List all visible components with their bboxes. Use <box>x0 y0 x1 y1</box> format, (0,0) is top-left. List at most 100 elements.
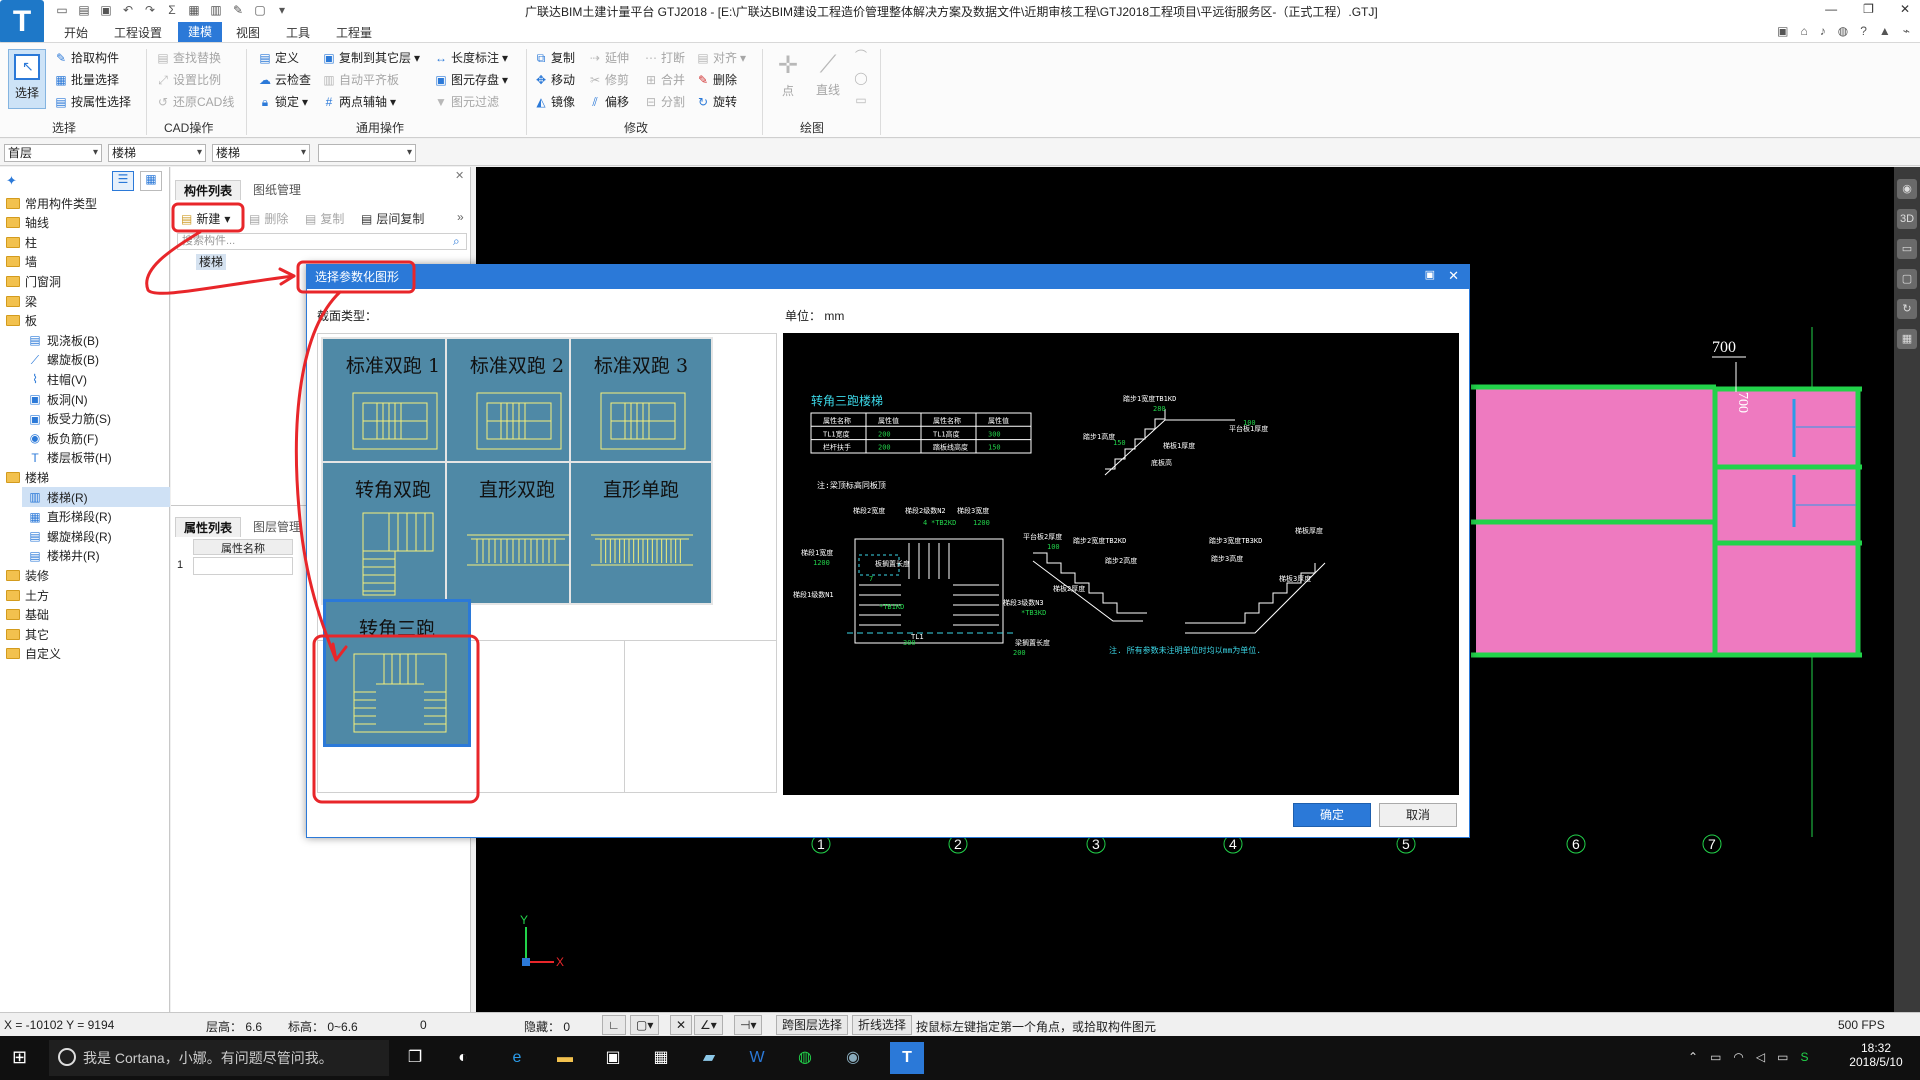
move-button[interactable]: ✥ 移动 <box>534 71 575 88</box>
trim-button[interactable]: ✂ 修剪 <box>588 71 629 88</box>
nav-item[interactable]: 自定义 <box>0 644 170 664</box>
clock[interactable]: 18:32 2018/5/10 <box>1846 1041 1906 1069</box>
grid-view-icon[interactable]: ▦ <box>140 171 162 191</box>
calc-icon[interactable]: ▥ <box>208 2 224 18</box>
shape-tile[interactable]: 标准双跑 2 <box>445 337 589 481</box>
find-replace-button[interactable]: ▤ 查找替换 <box>156 49 221 66</box>
auto-align-slab-button[interactable]: ▥ 自动平齐板 <box>322 71 399 88</box>
merge-button[interactable]: ⊞ 合并 <box>644 71 685 88</box>
tab-component-list[interactable]: 构件列表 <box>175 180 242 200</box>
nav-item[interactable]: ⟋ 螺旋板(B) <box>22 350 170 370</box>
save-element-button[interactable]: ▣ 图元存盘 ▾ <box>434 71 508 88</box>
restore-icon[interactable]: ❐ <box>1863 2 1874 16</box>
draw-point-button[interactable]: ✛ 点 <box>778 51 798 99</box>
save-icon[interactable]: ▣ <box>98 2 114 18</box>
floor-select[interactable]: 首层 <box>4 144 102 162</box>
tab-layers[interactable]: 图层管理 <box>245 517 309 537</box>
nav-item[interactable]: 板 <box>0 311 170 331</box>
extra-select[interactable] <box>318 144 416 162</box>
store-icon[interactable]: ▣ <box>596 1042 630 1074</box>
panel-close-icon[interactable]: ✕ <box>455 169 464 182</box>
edge-icon[interactable]: e <box>500 1042 534 1074</box>
nav-item[interactable]: 装修 <box>0 565 170 585</box>
battery-icon[interactable]: ▭ <box>1710 1050 1721 1064</box>
task-view-icon[interactable]: ❐ <box>398 1042 432 1074</box>
nav-item[interactable]: 门窗洞 <box>0 271 170 291</box>
undo-icon[interactable]: ↶ <box>120 2 136 18</box>
shape-tile[interactable]: 直形双跑 <box>445 461 589 605</box>
element-filter-button[interactable]: ▼ 图元过滤 <box>434 93 499 110</box>
grid-icon[interactable]: ▦ <box>1897 329 1917 349</box>
app-icon[interactable]: ◐ <box>446 1042 480 1074</box>
type-select[interactable]: 楼梯 <box>212 144 310 162</box>
view-icon[interactable]: ▢ <box>252 2 268 18</box>
menu-quantity[interactable]: 工程量 <box>336 24 372 41</box>
tab-properties[interactable]: 属性列表 <box>175 517 242 537</box>
menu-view[interactable]: 视图 <box>236 24 260 41</box>
box-icon[interactable]: ▢ <box>1897 269 1917 289</box>
pin-icon[interactable]: ⌂ <box>1800 24 1807 38</box>
menu-project-settings[interactable]: 工程设置 <box>114 24 162 41</box>
wifi-icon[interactable]: ◠ <box>1733 1050 1743 1064</box>
pick-component-button[interactable]: ✎ 拾取构件 <box>54 49 119 66</box>
notepad-icon[interactable]: ▰ <box>692 1042 726 1074</box>
ok-button[interactable]: 确定 <box>1293 803 1371 827</box>
nav-item[interactable]: 梁 <box>0 291 170 311</box>
lock-button[interactable]: 🔒︎ 锁定 ▾ <box>258 93 308 110</box>
nav-item[interactable]: ▣ 板洞(N) <box>22 389 170 409</box>
batch-select-button[interactable]: ▦ 批量选择 <box>54 71 119 88</box>
polyline-select-button[interactable]: 折线选择 <box>852 1015 913 1035</box>
cloud-check-button[interactable]: ☁ 云检查 <box>258 71 311 88</box>
length-dim-button[interactable]: ↔ 长度标注 ▾ <box>434 49 508 66</box>
app-logo[interactable]: T <box>0 0 44 44</box>
maximize-icon[interactable]: ▣ <box>1425 268 1435 281</box>
nav-item[interactable]: 柱 <box>0 232 170 252</box>
menu-modeling[interactable]: 建模 <box>178 22 223 42</box>
explorer-icon[interactable]: ▬ <box>548 1042 582 1074</box>
cube-icon[interactable]: 3D <box>1897 209 1917 229</box>
angle-toggle-icon[interactable]: ∠▾ <box>694 1015 723 1035</box>
dialog-close-icon[interactable]: ✕ <box>1448 268 1459 284</box>
dropdown-icon[interactable]: ▾ <box>274 2 290 18</box>
rotate-button[interactable]: ↻ 旋转 <box>696 93 737 110</box>
chevron-up-icon[interactable]: ⌃ <box>1688 1050 1698 1064</box>
gtj-app-icon[interactable]: T <box>890 1042 924 1074</box>
set-scale-button[interactable]: ⤢ 设置比例 <box>156 71 221 88</box>
shape-tile[interactable]: 标准双跑 1 <box>321 337 465 481</box>
dim-toggle-icon[interactable]: ⊣▾ <box>734 1015 763 1035</box>
nav-item[interactable]: 楼梯 <box>0 467 170 487</box>
cortana-search[interactable]: 我是 Cortana，小娜。有问题尽管问我。 <box>49 1040 389 1076</box>
nav-item[interactable]: T 楼层板带(H) <box>22 448 170 468</box>
check-icon[interactable]: ✎ <box>230 2 246 18</box>
nav-item[interactable]: ▤ 螺旋梯段(R) <box>22 526 170 546</box>
display-icon[interactable]: ▭ <box>1897 239 1917 259</box>
mirror-button[interactable]: ◭ 镜像 <box>534 93 575 110</box>
nav-item[interactable]: 基础 <box>0 605 170 625</box>
search-icon[interactable]: ⌕ <box>453 234 460 249</box>
picture-icon[interactable]: ▣ <box>1777 24 1788 38</box>
menu-start[interactable]: 开始 <box>64 24 88 41</box>
windows-start-icon[interactable]: ⊞ <box>12 1047 27 1068</box>
prop-row-cell[interactable] <box>193 557 293 575</box>
calculator-icon[interactable]: ▦ <box>644 1042 678 1074</box>
input-icon[interactable]: S <box>1800 1050 1808 1064</box>
snap-toggle-icon[interactable]: ▢▾ <box>630 1015 660 1035</box>
select-by-attr-button[interactable]: ▤ 按属性选择 <box>54 93 131 110</box>
align-button[interactable]: ▤ 对齐 ▾ <box>696 49 746 66</box>
copy-to-floor-button[interactable]: ▣ 复制到其它层 ▾ <box>322 49 420 66</box>
draw-line-button[interactable]: ⟋ 直线 <box>816 51 840 98</box>
new-file-icon[interactable]: ▭ <box>54 2 70 18</box>
view-3d-icon[interactable]: ◉ <box>1897 179 1917 199</box>
select-button[interactable]: 选择 <box>8 49 46 109</box>
draw-circle-button[interactable]: ◯ <box>854 71 868 85</box>
open-file-icon[interactable]: ▤ <box>76 2 92 18</box>
wechat-icon[interactable]: ◍ <box>788 1042 822 1074</box>
define-button[interactable]: ▤ 定义 <box>258 49 299 66</box>
minimize-icon[interactable]: — <box>1825 2 1837 16</box>
report-icon[interactable]: ▦ <box>186 2 202 18</box>
nav-item[interactable]: ▦ 直形梯段(R) <box>22 507 170 527</box>
nav-item[interactable]: ▤ 楼梯井(R) <box>22 546 170 566</box>
shape-tile[interactable]: 直形单跑 <box>569 461 713 605</box>
shape-tile[interactable]: 标准双跑 3 <box>569 337 713 481</box>
ortho-toggle-icon[interactable]: ∟ <box>602 1015 626 1035</box>
